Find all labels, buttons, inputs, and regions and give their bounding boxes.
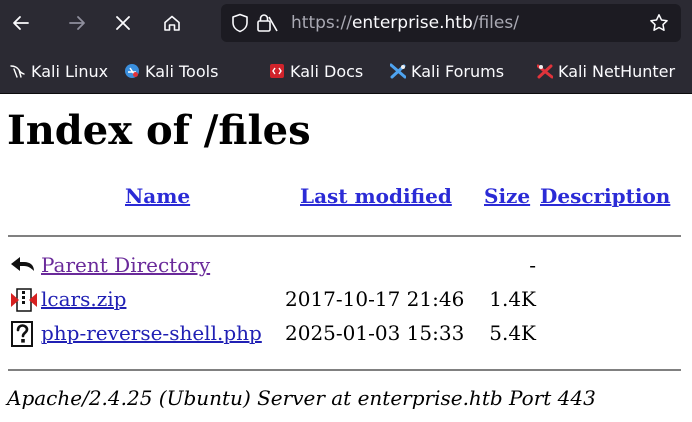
url-scheme: https:// xyxy=(291,13,352,33)
bookmarks-bar: Kali Linux Kali Tools Kali Docs Kali For… xyxy=(0,48,692,94)
back-button[interactable] xyxy=(6,8,36,38)
row-size: 1.4K xyxy=(489,287,536,311)
row-modified: 2025-01-03 15:33 xyxy=(285,321,465,345)
table-divider-top xyxy=(8,235,681,237)
compressed-file-icon xyxy=(8,285,38,315)
server-signature: Apache/2.4.25 (Ubuntu) Server at enterpr… xyxy=(7,386,596,410)
forward-button[interactable] xyxy=(62,8,92,38)
row-modified: 2017-10-17 21:46 xyxy=(285,287,465,311)
page-content: Index of /files Name Last modified Size … xyxy=(0,94,692,422)
tracking-protection-icon[interactable] xyxy=(231,13,249,37)
sort-by-description-link[interactable]: Description xyxy=(540,184,670,208)
table-row: php-reverse-shell.php 2025-01-03 15:33 5… xyxy=(8,319,681,349)
table-row: Parent Directory - xyxy=(8,251,681,281)
url-text[interactable]: https://enterprise.htb/files/ xyxy=(291,13,519,33)
sort-by-size-link[interactable]: Size xyxy=(484,184,530,208)
stop-button[interactable] xyxy=(108,8,138,38)
sort-by-name-link[interactable]: Name xyxy=(125,184,190,208)
row-size: - xyxy=(529,253,536,277)
table-divider-bottom xyxy=(8,369,681,371)
kali-dragon-icon xyxy=(10,63,26,79)
bookmark-label: Kali Docs xyxy=(290,61,364,81)
close-icon xyxy=(115,15,131,31)
parent-directory-link[interactable]: Parent Directory xyxy=(41,253,210,277)
bookmark-label: Kali Forums xyxy=(411,61,505,81)
row-size: 5.4K xyxy=(489,321,536,345)
page-title: Index of /files xyxy=(7,107,311,154)
table-row: lcars.zip 2017-10-17 21:46 1.4K xyxy=(8,285,681,315)
arrow-left-icon xyxy=(12,14,30,32)
unknown-file-icon xyxy=(8,319,38,349)
kali-forums-icon xyxy=(389,63,407,79)
sort-by-last-modified-link[interactable]: Last modified xyxy=(300,184,452,208)
bookmark-kali-tools[interactable]: Kali Tools xyxy=(124,61,218,81)
kali-nethunter-icon xyxy=(536,63,554,79)
insecure-lock-icon[interactable] xyxy=(256,13,278,37)
bookmark-star-icon[interactable] xyxy=(649,13,669,37)
browser-toolbar: https://enterprise.htb/files/ xyxy=(0,0,692,48)
kali-tools-icon xyxy=(124,63,140,79)
url-host: enterprise.htb xyxy=(351,13,473,33)
bookmark-label: Kali Linux xyxy=(31,61,109,81)
bookmark-kali-linux[interactable]: Kali Linux xyxy=(10,61,108,81)
bookmark-kali-forums[interactable]: Kali Forums xyxy=(389,61,505,81)
back-arrow-icon xyxy=(8,251,38,281)
home-button[interactable] xyxy=(157,8,187,38)
url-bar[interactable]: https://enterprise.htb/files/ xyxy=(221,4,681,42)
file-link-lcars-zip[interactable]: lcars.zip xyxy=(41,287,126,311)
arrow-right-icon xyxy=(68,14,86,32)
url-path: /files/ xyxy=(472,13,519,33)
file-link-php-reverse-shell[interactable]: php-reverse-shell.php xyxy=(41,321,262,345)
kali-docs-icon xyxy=(269,63,285,79)
bookmark-kali-nethunter[interactable]: Kali NetHunter xyxy=(536,61,676,81)
bookmark-kali-docs[interactable]: Kali Docs xyxy=(269,61,363,81)
home-icon xyxy=(163,14,181,32)
bookmark-label: Kali NetHunter xyxy=(558,61,676,81)
bookmark-label: Kali Tools xyxy=(145,61,219,81)
